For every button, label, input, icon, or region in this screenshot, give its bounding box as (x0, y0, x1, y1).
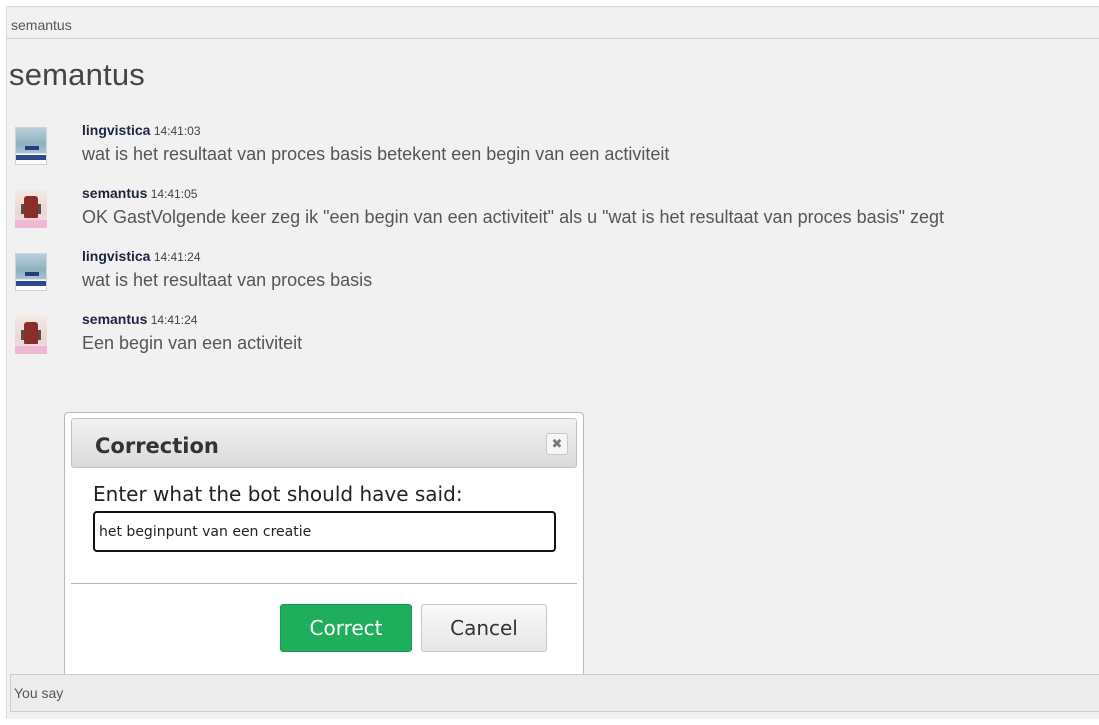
message: lingvistica 14:41:03 wat is het resultaa… (7, 119, 1099, 182)
message-author: lingvistica (82, 122, 151, 138)
bot-avatar (15, 316, 47, 354)
page-title: semantus (9, 57, 145, 92)
user-avatar (15, 127, 47, 165)
message-time: 14:41:24 (153, 250, 201, 264)
message-author: semantus (82, 311, 148, 327)
message-time: 14:41:24 (150, 313, 198, 327)
message-list: lingvistica 14:41:03 wat is het resultaa… (7, 119, 1099, 371)
dialog-header: Correction ✖ (71, 418, 577, 468)
message-time: 14:41:03 (153, 124, 201, 138)
correct-button[interactable]: Correct (280, 604, 412, 652)
message-text: OK GastVolgende keer zeg ik "een begin v… (82, 207, 945, 227)
message-author: lingvistica (82, 248, 151, 264)
message: lingvistica 14:41:24 wat is het resultaa… (7, 245, 1099, 308)
message-meta: semantus 14:41:24 (82, 311, 197, 327)
chat-input[interactable] (10, 674, 1099, 712)
message-time: 14:41:05 (150, 187, 198, 201)
message-meta: lingvistica 14:41:24 (82, 248, 201, 264)
close-icon[interactable]: ✖ (546, 433, 568, 455)
message-author: semantus (82, 185, 148, 201)
message: semantus 14:41:24 Een begin van een acti… (7, 308, 1099, 371)
dialog-divider (71, 583, 577, 584)
bot-avatar (15, 190, 47, 228)
correction-input[interactable] (93, 511, 556, 552)
message-meta: semantus 14:41:05 (82, 185, 197, 201)
chat-window: semantus semantus lingvistica 14:41:03 w… (6, 6, 1099, 719)
cancel-button[interactable]: Cancel (421, 604, 547, 652)
correction-dialog: Correction ✖ Enter what the bot should h… (64, 412, 584, 679)
message: semantus 14:41:05 OK GastVolgende keer z… (7, 182, 1099, 245)
message-text: wat is het resultaat van proces basis (82, 270, 373, 290)
message-text: wat is het resultaat van proces basis be… (82, 144, 670, 164)
dialog-title: Correction (95, 434, 219, 458)
message-meta: lingvistica 14:41:03 (82, 122, 201, 138)
dialog-prompt: Enter what the bot should have said: (93, 482, 463, 506)
message-text: Een begin van een activiteit (82, 333, 303, 353)
topbar-title: semantus (11, 17, 72, 33)
user-avatar (15, 253, 47, 291)
topbar: semantus (7, 7, 1099, 39)
